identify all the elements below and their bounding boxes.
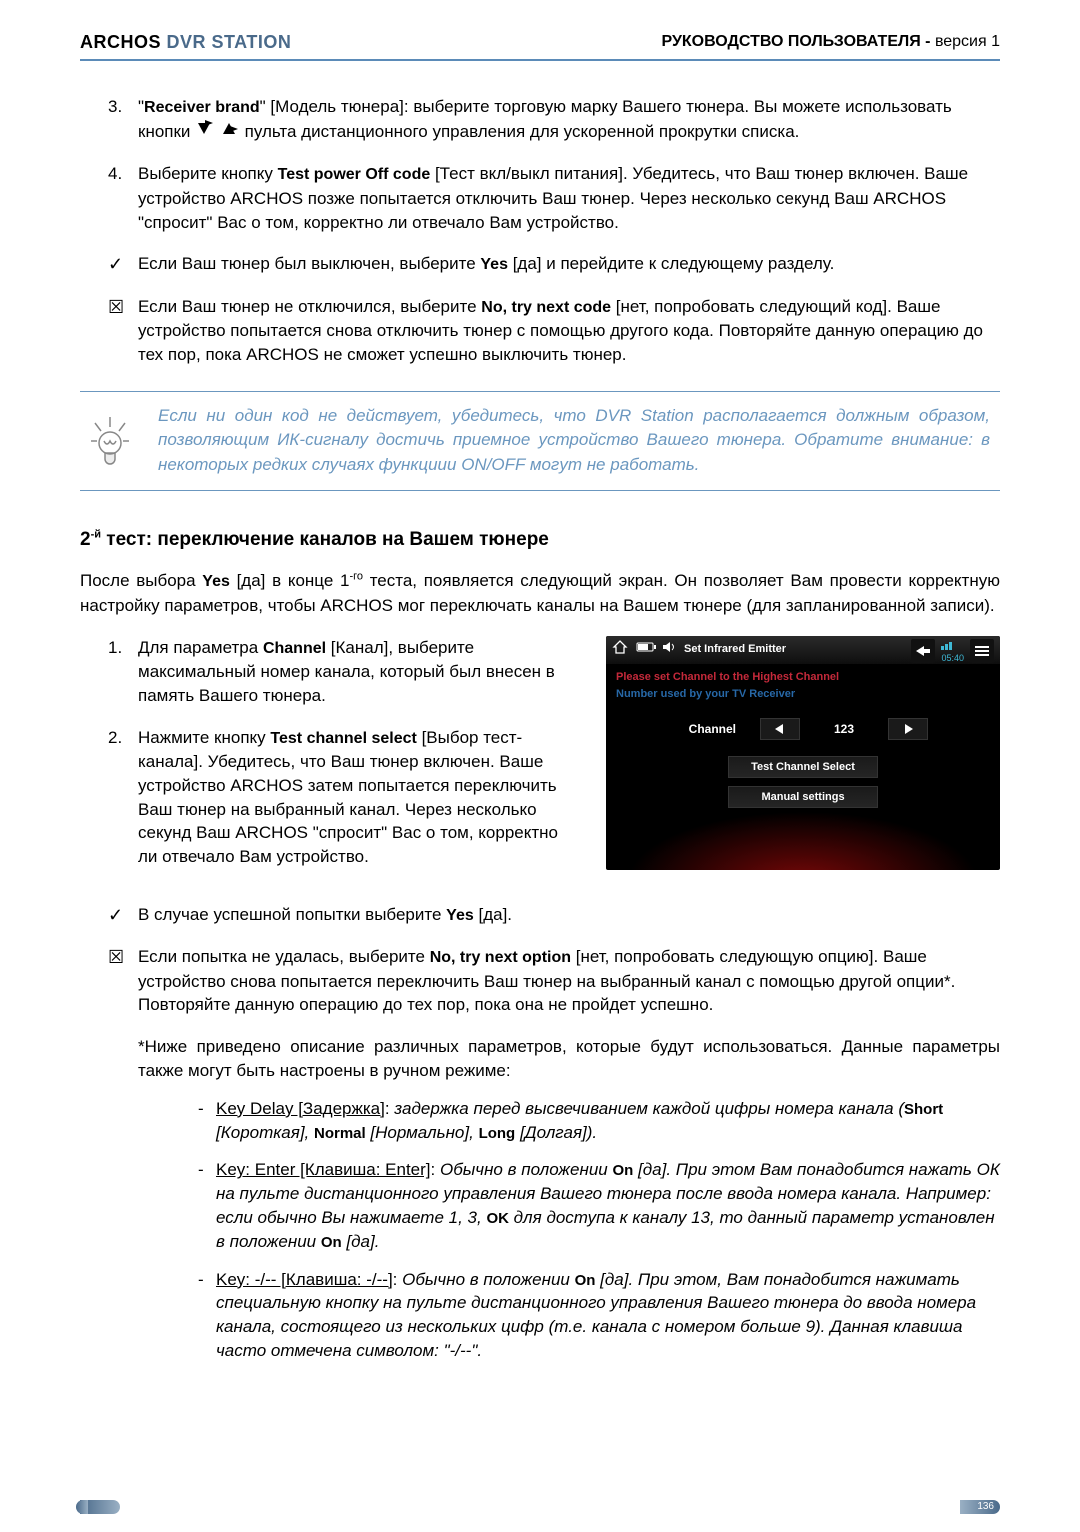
device-statusbar: Set Infrared Emitter 05:40	[606, 636, 1000, 664]
brand-archos: ARCHOS	[80, 32, 161, 52]
speaker-icon	[662, 641, 676, 658]
device-screenshot: Set Infrared Emitter 05:40 Please set Ch…	[606, 636, 1000, 870]
step2-2: 2. Нажмите кнопку Test channel select [В…	[138, 726, 582, 869]
step2-1: 1. Для параметра Channel [Канал], выбери…	[138, 636, 582, 708]
doc-title: РУКОВОДСТВО ПОЛЬЗОВАТЕЛЯ - версия 1	[662, 31, 1001, 53]
brand-dvr: DVR STATION	[161, 32, 291, 52]
device-instruction-1: Please set Channel to the Highest Channe…	[606, 664, 1000, 685]
step-number: 1.	[108, 636, 122, 660]
doc-title-main: РУКОВОДСТВО ПОЛЬЗОВАТЕЛЯ -	[662, 33, 935, 50]
manual-settings-button[interactable]: Manual settings	[728, 786, 878, 808]
test-channel-select-button[interactable]: Test Channel Select	[728, 756, 878, 778]
x-icon: ☒	[108, 295, 124, 320]
device-instruction-2: Number used by your TV Receiver	[606, 685, 1000, 712]
home-icon	[612, 639, 628, 660]
brand: ARCHOS DVR STATION	[80, 30, 291, 55]
channel-value: 123	[824, 721, 864, 738]
header-bar: ARCHOS DVR STATION РУКОВОДСТВО ПОЛЬЗОВАТ…	[80, 30, 1000, 61]
channel-label: Channel	[678, 721, 736, 738]
check-icon: ✓	[108, 903, 123, 928]
channel-incr-button[interactable]	[888, 718, 928, 740]
option-key-delay: - Key Delay [Задержка]: задержка перед в…	[216, 1097, 1000, 1145]
doc-version: версия 1	[935, 33, 1000, 50]
tip-text: Если ни один код не действует, убедитесь…	[158, 404, 990, 478]
remote-up-icon	[220, 120, 240, 145]
device-screen-title: Set Infrared Emitter	[684, 642, 786, 657]
option-key-dash: - Key: -/-- [Клавиша: -/--]: Обычно в по…	[216, 1268, 1000, 1363]
step-number: 2.	[108, 726, 122, 750]
footer-decor-left	[80, 1500, 120, 1514]
result-yes-2: ✓ В случае успешной попытки выберите Yes…	[138, 903, 1000, 927]
x-icon: ☒	[108, 945, 124, 970]
step-number: 4.	[108, 162, 122, 186]
result-no-1: ☒ Если Ваш тюнер не отключился, выберите…	[138, 295, 1000, 367]
channel-selector: Channel 123	[606, 718, 1000, 740]
remote-down-icon	[195, 120, 215, 145]
section-intro: После выбора Yes [да] в конце 1-го теста…	[80, 569, 1000, 617]
step-3: 3. "Receiver brand" [Модель тюнера]: выб…	[138, 95, 1000, 144]
channel-decr-button[interactable]	[760, 718, 800, 740]
back-button[interactable]	[911, 639, 935, 663]
section-heading-2: 2-й тест: переключение каналов на Вашем …	[80, 527, 1000, 554]
result-yes-1: ✓ Если Ваш тюнер был выключен, выберите …	[138, 252, 1000, 276]
step-4: 4. Выберите кнопку Test power Off code […	[138, 162, 1000, 234]
signal-icon	[941, 638, 959, 655]
check-icon: ✓	[108, 252, 123, 277]
page-footer: 136	[80, 1500, 1000, 1514]
tip-callout: Если ни один код не действует, убедитесь…	[80, 391, 1000, 491]
lightbulb-icon	[80, 404, 140, 478]
device-time: 05:40	[941, 654, 964, 664]
page-number: 136	[960, 1500, 1000, 1514]
result-no-2: ☒ Если попытка не удалась, выберите No, …	[138, 945, 1000, 1017]
option-key-enter: - Key: Enter [Клавиша: Enter]: Обычно в …	[216, 1158, 1000, 1253]
menu-button[interactable]	[970, 639, 994, 663]
battery-icon	[636, 641, 658, 658]
step-number: 3.	[108, 95, 122, 119]
asterisk-note: *Ниже приведено описание различных парам…	[138, 1035, 1000, 1083]
